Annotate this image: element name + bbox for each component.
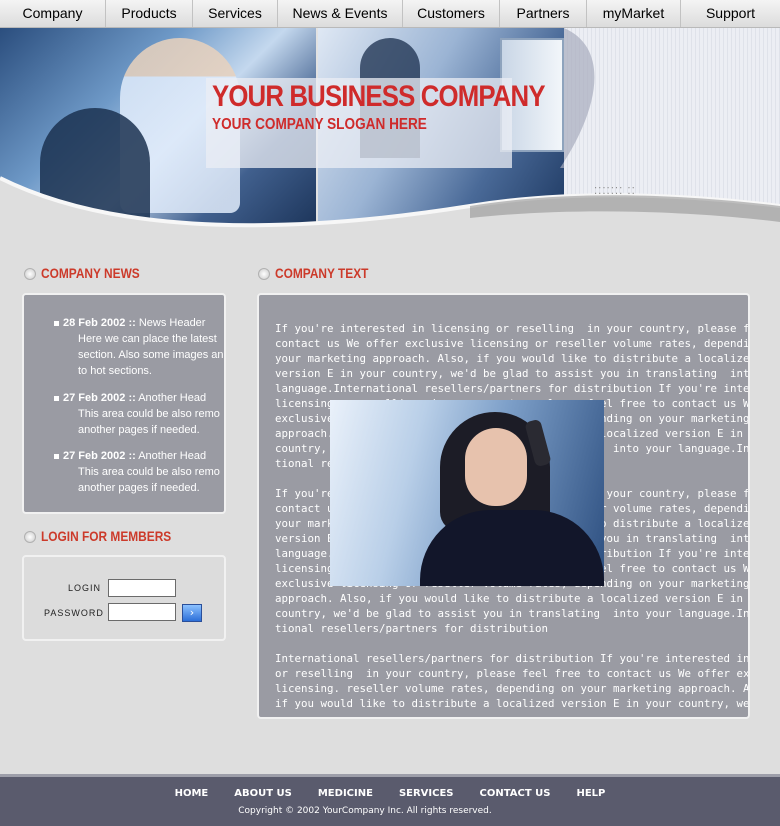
login-panel: LOGIN PASSWORD › bbox=[22, 555, 226, 641]
news-separator: :: bbox=[128, 450, 136, 462]
login-heading: LOGIN FOR MEMBERS bbox=[41, 528, 172, 544]
news-item-header: 27 Feb 2002 :: Another Head bbox=[54, 390, 224, 406]
news-summary: This area could be also remo another pag… bbox=[78, 466, 220, 494]
nav-support[interactable]: Support bbox=[681, 0, 780, 27]
woman-on-phone-photo bbox=[330, 400, 604, 586]
news-item-header: 28 Feb 2002 :: News Header bbox=[54, 315, 224, 331]
nav-customers[interactable]: Customers bbox=[403, 0, 500, 27]
news-panel: 28 Feb 2002 :: News Header Here we can p… bbox=[22, 293, 226, 514]
news-headline: Another Head bbox=[138, 392, 207, 404]
nav-services[interactable]: Services bbox=[193, 0, 278, 27]
nav-mymarket[interactable]: myMarket bbox=[587, 0, 681, 27]
password-input[interactable] bbox=[108, 603, 176, 621]
login-section-bullet bbox=[24, 531, 36, 543]
banner-dots-decoration: ⁚⁚⁚⁚⁚⁚⁚ ⁚⁚ bbox=[594, 186, 636, 197]
footer-link-services[interactable]: SERVICES bbox=[399, 788, 454, 799]
footer-link-home[interactable]: HOME bbox=[175, 788, 209, 799]
login-label: LOGIN bbox=[68, 583, 102, 593]
company-news-heading: COMPANY NEWS bbox=[41, 265, 140, 281]
news-date: 28 Feb 2002 bbox=[63, 317, 126, 329]
news-headline: Another Head bbox=[138, 450, 207, 462]
footer-links: HOME ABOUT US MEDICINE SERVICES CONTACT … bbox=[0, 788, 780, 799]
footer-link-about[interactable]: ABOUT US bbox=[234, 788, 292, 799]
company-slogan: YOUR COMPANY SLOGAN HERE bbox=[212, 116, 427, 133]
news-section-bullet bbox=[24, 268, 36, 280]
nav-company[interactable]: Company bbox=[0, 0, 106, 27]
photo-face bbox=[465, 428, 527, 506]
footer-link-help[interactable]: HELP bbox=[576, 788, 605, 799]
arrow-right-icon: › bbox=[189, 606, 195, 619]
news-summary: Here we can place the latest section. Al… bbox=[78, 333, 224, 377]
login-submit-button[interactable]: › bbox=[182, 604, 202, 622]
news-headline: News Header bbox=[138, 317, 206, 329]
nav-products[interactable]: Products bbox=[106, 0, 193, 27]
news-date: 27 Feb 2002 bbox=[63, 392, 126, 404]
nav-partners[interactable]: Partners bbox=[500, 0, 587, 27]
news-separator: :: bbox=[128, 392, 136, 404]
news-item[interactable]: 27 Feb 2002 :: Another Head This area co… bbox=[54, 390, 224, 438]
copyright: Copyright © 2002 YourCompany Inc. All ri… bbox=[238, 806, 492, 816]
company-text-heading: COMPANY TEXT bbox=[275, 265, 369, 281]
news-item-header: 27 Feb 2002 :: Another Head bbox=[54, 448, 224, 464]
company-text-bullet bbox=[258, 268, 270, 280]
footer-link-contact[interactable]: CONTACT US bbox=[480, 788, 551, 799]
news-separator: :: bbox=[128, 317, 136, 329]
footer-link-medicine[interactable]: MEDICINE bbox=[318, 788, 373, 799]
news-item[interactable]: 27 Feb 2002 :: Another Head This area co… bbox=[54, 448, 224, 496]
nav-news-events[interactable]: News & Events bbox=[278, 0, 403, 27]
news-summary: This area could be also remo another pag… bbox=[78, 408, 220, 436]
footer: HOME ABOUT US MEDICINE SERVICES CONTACT … bbox=[0, 774, 780, 826]
news-item[interactable]: 28 Feb 2002 :: News Header Here we can p… bbox=[54, 315, 224, 379]
login-input[interactable] bbox=[108, 579, 176, 597]
company-title: YOUR BUSINESS COMPANY bbox=[212, 80, 546, 113]
top-navigation: Company Products Services News & Events … bbox=[0, 0, 780, 28]
company-paragraph: International resellers/partners for dis… bbox=[275, 652, 750, 710]
news-date: 27 Feb 2002 bbox=[63, 450, 126, 462]
header-banner: YOUR BUSINESS COMPANY YOUR COMPANY SLOGA… bbox=[0, 28, 780, 238]
password-label: PASSWORD bbox=[44, 608, 104, 618]
